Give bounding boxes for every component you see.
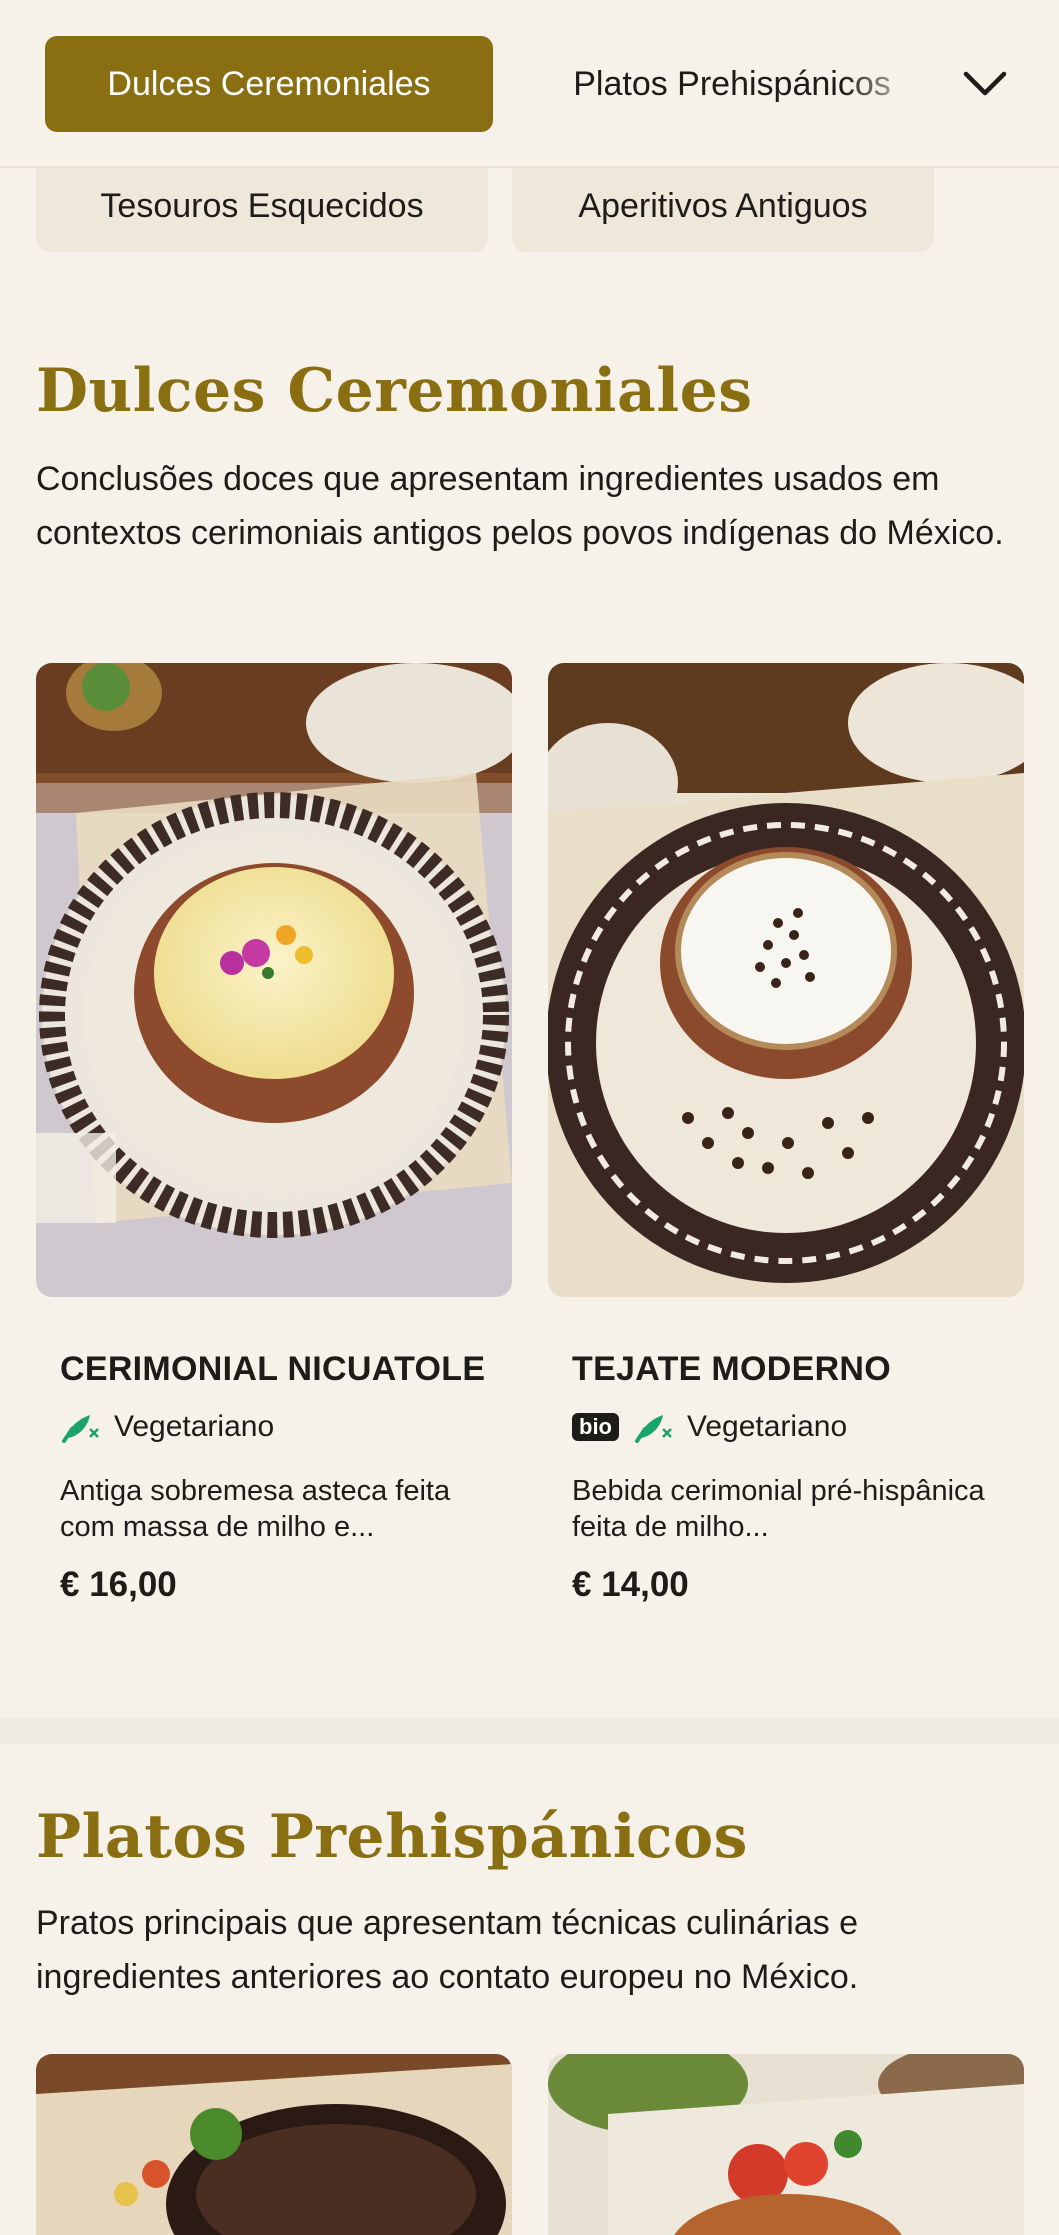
chevron-down-icon[interactable]: [955, 56, 1015, 112]
menu-item-card[interactable]: Cerimonial Nicuatole Vegetariano Antiga …: [36, 663, 512, 1605]
nav-pill-tesouros-esquecidos[interactable]: Tesouros Esquecidos: [36, 160, 488, 252]
menu-item-description: Antiga sobremesa asteca feita com massa …: [60, 1475, 451, 1543]
bio-badge-icon: bio: [572, 1413, 619, 1441]
menu-item-name: Cerimonial Nicuatole: [60, 1350, 486, 1388]
section-divider: [0, 1718, 1059, 1744]
category-nav: Dulces Ceremoniales Platos Prehispánicos: [0, 0, 1059, 168]
section-description: Pratos principais que apresentam técnica…: [36, 1904, 859, 1996]
nav-pill-dulces-ceremoniales[interactable]: Dulces Ceremoniales: [45, 36, 493, 132]
dish-photo: [548, 663, 1024, 1297]
menu-item-name: Tejate Moderno: [572, 1350, 892, 1388]
section-description: Conclusões doces que apresentam ingredie…: [36, 460, 1004, 552]
diet-label: Vegetariano: [687, 1410, 848, 1443]
menu-item-price: € 16,00: [60, 1565, 177, 1604]
dietary-tags: bio Vegetariano: [572, 1405, 1000, 1449]
dish-photo: [36, 663, 512, 1297]
menu-item-card[interactable]: Tejate Moderno bio Vegetariano Bebida ce…: [548, 663, 1024, 1605]
section-title: Dulces Ceremoniales: [36, 356, 753, 426]
menu-item-price: € 14,00: [572, 1565, 689, 1604]
nav-pill-aperitivos-antiguos[interactable]: Aperitivos Antiguos: [512, 160, 934, 252]
menu-item-description: Bebida cerimonial pré-hispânica feita de…: [572, 1475, 985, 1543]
dish-photo[interactable]: [36, 2054, 512, 2235]
section-title: Platos Prehispánicos: [36, 1802, 748, 1872]
vegetarian-icon: [62, 1415, 99, 1443]
dietary-tags: Vegetariano: [60, 1405, 488, 1449]
dish-photo[interactable]: [548, 2054, 1024, 2235]
vegetarian-icon: [635, 1415, 672, 1443]
nav-fade-overlay: [842, 30, 942, 140]
diet-label: Vegetariano: [114, 1410, 275, 1443]
